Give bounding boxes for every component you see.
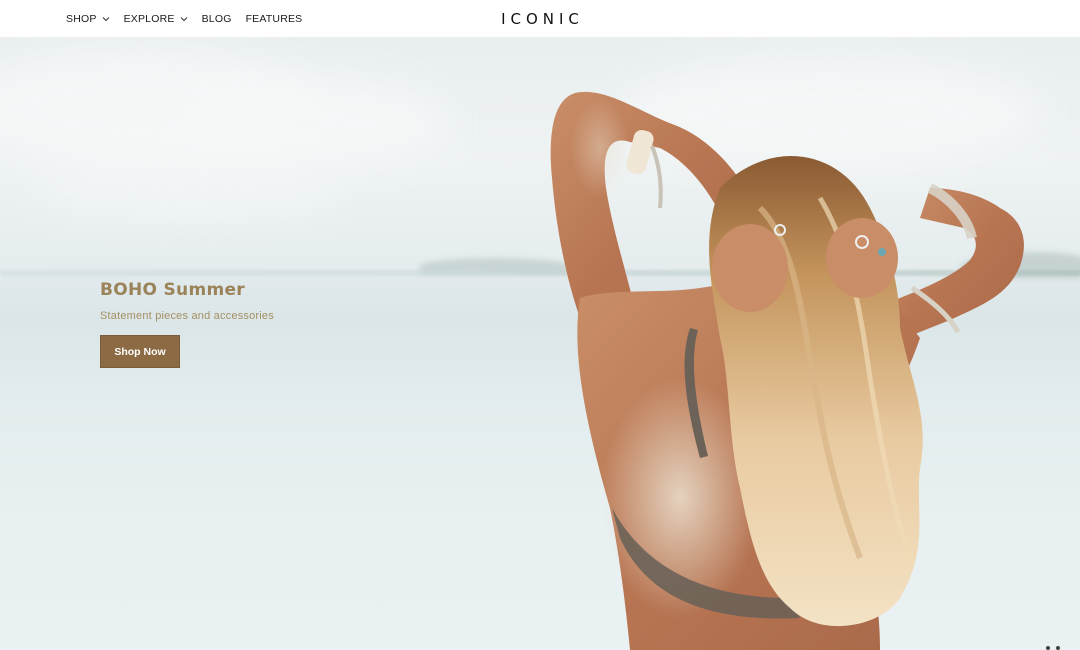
hero-text-block: BOHO Summer Statement pieces and accesso…: [100, 280, 274, 368]
nav-label-features: FEATURES: [245, 13, 303, 25]
nav-item-blog[interactable]: BLOG: [202, 13, 232, 25]
chevron-down-icon: [102, 17, 109, 22]
nav-item-features[interactable]: FEATURES: [246, 13, 303, 25]
nav-label-blog: BLOG: [201, 13, 232, 25]
main-nav: SHOP EXPLORE BLOG FEATURES: [66, 0, 302, 38]
slider-dots[interactable]: [1046, 646, 1070, 650]
page: SHOP EXPLORE BLOG FEATURES ICONIC BOHO S…: [0, 0, 1080, 650]
hero-banner: BOHO Summer Statement pieces and accesso…: [0, 38, 1080, 650]
slider-dot[interactable]: [1056, 646, 1060, 650]
nav-item-shop[interactable]: SHOP: [66, 13, 110, 25]
slider-dot[interactable]: [1046, 646, 1050, 650]
chevron-down-icon: [180, 17, 187, 22]
site-logo[interactable]: ICONIC: [496, 10, 584, 28]
hero-title: BOHO Summer: [100, 280, 245, 300]
nav-label-explore: EXPLORE: [123, 13, 175, 25]
shop-now-button[interactable]: Shop Now: [100, 335, 180, 368]
nav-item-explore[interactable]: EXPLORE: [124, 13, 188, 25]
nav-label-shop: SHOP: [66, 13, 97, 25]
hero-subtitle: Statement pieces and accessories: [100, 310, 274, 322]
site-header: SHOP EXPLORE BLOG FEATURES ICONIC: [0, 0, 1080, 38]
